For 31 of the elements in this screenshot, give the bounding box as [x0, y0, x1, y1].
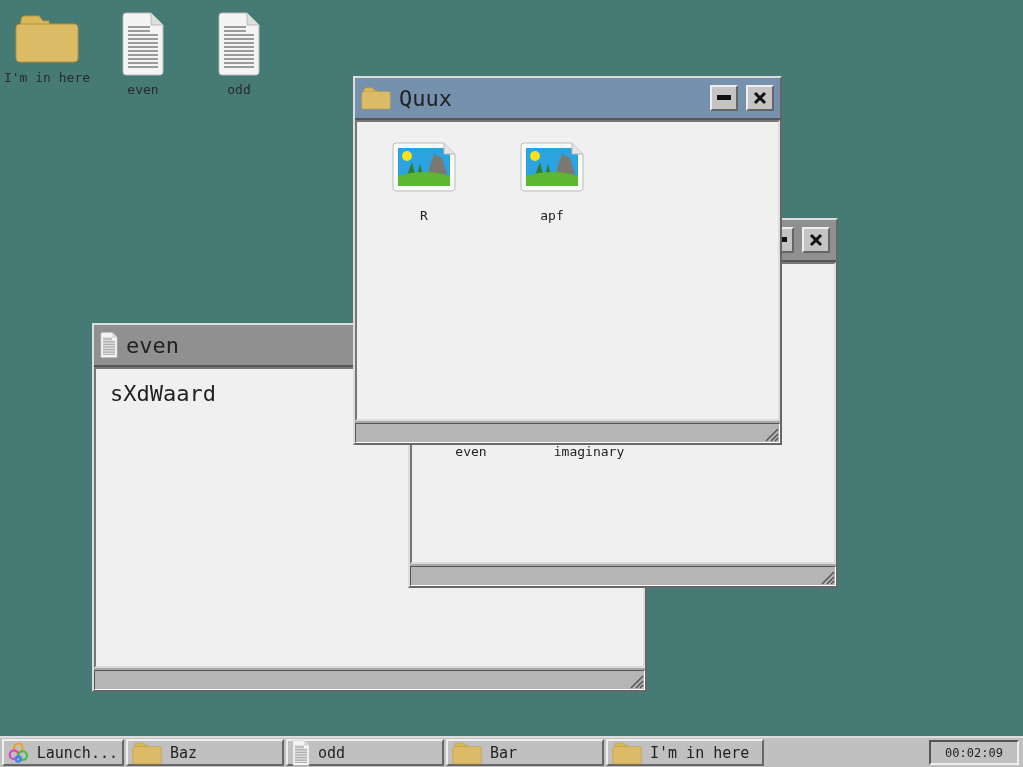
document-text: sXdWaard [109, 380, 217, 408]
file-label[interactable]: R [420, 208, 428, 223]
close-icon [809, 233, 823, 247]
folder-icon [452, 740, 482, 765]
clock: 00:02:09 [929, 740, 1019, 765]
image-file-icon [520, 142, 584, 192]
window-title: even [126, 332, 180, 358]
minimize-icon [717, 95, 731, 101]
folder-icon [15, 12, 79, 64]
close-button[interactable] [746, 85, 774, 111]
folder-icon [132, 740, 162, 765]
minimize-button[interactable] [710, 85, 738, 111]
file-label[interactable]: even [455, 444, 487, 459]
close-icon [753, 91, 767, 105]
taskbar-button[interactable]: Baz [126, 739, 284, 766]
image-file-icon [392, 142, 456, 192]
folder-icon [612, 740, 642, 765]
folder-icon [361, 86, 391, 110]
file-label[interactable]: imaginary [553, 444, 625, 459]
launcher-icon [8, 740, 29, 765]
window-title: Quux [399, 85, 453, 111]
taskbar-button[interactable]: Bar [446, 739, 604, 766]
title-bar[interactable]: Quux [355, 78, 780, 120]
document-icon [100, 332, 118, 358]
taskbar-button[interactable]: odd [286, 739, 444, 766]
document-icon [121, 12, 165, 76]
taskbar-button[interactable]: I'm in here [606, 739, 764, 766]
file-label[interactable]: apf [540, 208, 564, 223]
close-button[interactable] [802, 227, 830, 253]
launch-button[interactable]: Launch... [2, 739, 124, 766]
document-icon [217, 12, 261, 76]
